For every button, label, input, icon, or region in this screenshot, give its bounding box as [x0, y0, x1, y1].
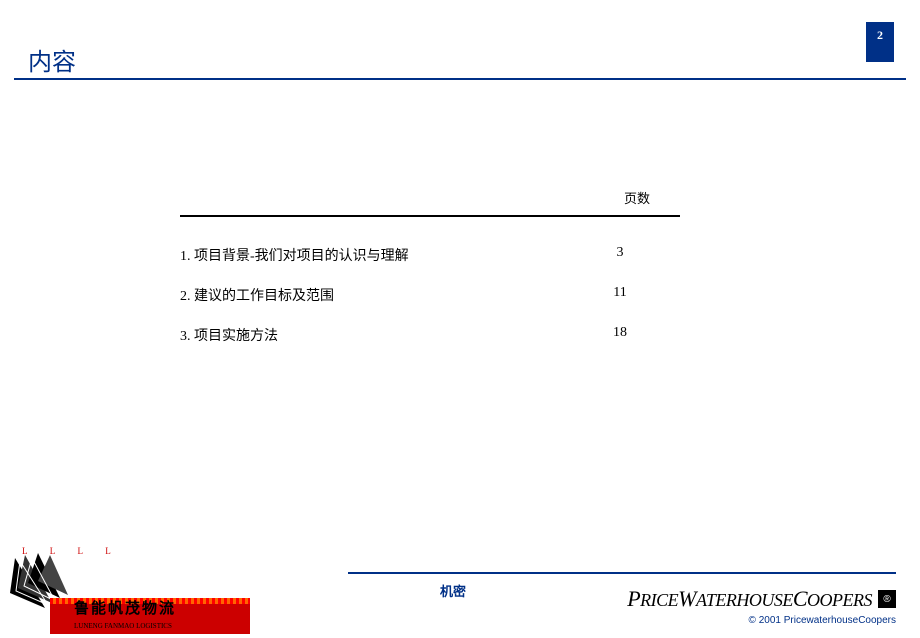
page-title: 内容: [28, 42, 76, 77]
footer-divider: [348, 572, 896, 574]
copyright-text: © 2001 PricewaterhouseCoopers: [749, 615, 896, 626]
client-logo-subtext: LUNENG FANMAO LOGISTICS: [74, 622, 172, 630]
client-logo: L L L L 鲁能帆茂物流 LUNENG FANMAO LOGISTICS: [0, 548, 250, 638]
toc-row: 1. 项目背景-我们对项目的认识与理解 3: [180, 235, 680, 275]
pwc-logo: PRICEWATERHOUSECOOPERS ®: [627, 586, 896, 612]
confidential-label: 机密: [440, 581, 466, 600]
toc-row: 3. 项目实施方法 18: [180, 315, 680, 355]
page-number-badge: 2: [866, 22, 894, 62]
toc-header-rule: [180, 215, 680, 217]
pwc-mark-icon: ®: [878, 590, 896, 608]
toc-item-label: 1. 项目背景-我们对项目的认识与理解: [180, 245, 590, 265]
pwc-logo-text: PRICEWATERHOUSECOOPERS: [627, 586, 872, 612]
toc-item-label: 3. 项目实施方法: [180, 325, 590, 345]
toc-item-label: 2. 建议的工作目标及范围: [180, 285, 590, 305]
toc-item-page: 3: [590, 245, 650, 265]
table-of-contents: 页数 1. 项目背景-我们对项目的认识与理解 3 2. 建议的工作目标及范围 1…: [180, 188, 680, 355]
page-number: 2: [877, 28, 883, 43]
toc-item-page: 18: [590, 325, 650, 345]
toc-header: 页数: [180, 188, 680, 215]
toc-row: 2. 建议的工作目标及范围 11: [180, 275, 680, 315]
toc-header-label: 页数: [624, 188, 650, 207]
toc-item-page: 11: [590, 285, 650, 305]
client-logo-text: 鲁能帆茂物流: [74, 597, 176, 618]
title-underline: [14, 78, 906, 80]
